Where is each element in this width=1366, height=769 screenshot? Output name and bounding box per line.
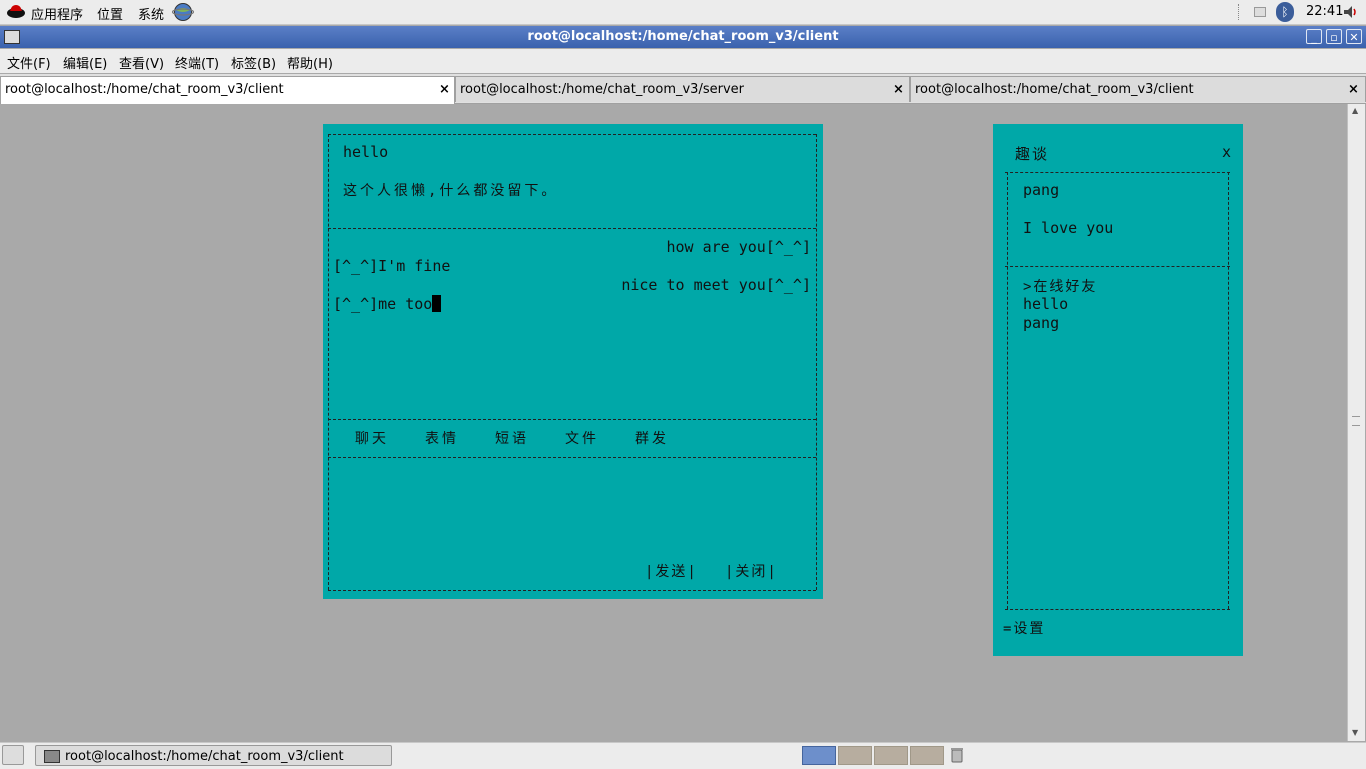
places-menu[interactable]: 位置 <box>97 4 123 23</box>
divider-line <box>328 457 816 458</box>
close-chat-button[interactable]: |关闭| <box>725 561 778 581</box>
tab-client-2[interactable]: root@localhost:/home/chat_room_v3/client… <box>910 76 1366 102</box>
toolbar-phrases[interactable]: 短语 <box>495 428 529 448</box>
top-panel: 应用程序 位置 系统 ᛒ 22:41 <box>0 0 1366 25</box>
tab-label: root@localhost:/home/chat_room_v3/client <box>915 82 1194 97</box>
user-signature: I love you <box>1023 219 1114 237</box>
text-cursor <box>432 295 442 312</box>
tab-server[interactable]: root@localhost:/home/chat_room_v3/server… <box>455 76 910 102</box>
terminal-scrollbar[interactable]: ▲ ▼ <box>1347 104 1365 741</box>
menu-file[interactable]: 文件(F) <box>7 53 51 72</box>
friend-item-pang[interactable]: pang <box>1023 314 1059 332</box>
border-line <box>1005 609 1230 610</box>
terminal-task-icon <box>44 750 60 763</box>
bluetooth-icon[interactable]: ᛒ <box>1276 2 1294 22</box>
applications-menu[interactable]: 应用程序 <box>31 4 83 23</box>
toolbar-chat[interactable]: 聊天 <box>355 428 389 448</box>
chat-window: hello 这个人很懒,什么都没留下。 how are you[^_^] [^_… <box>323 124 823 599</box>
user-name: pang <box>1023 181 1060 199</box>
contact-name: hello <box>343 143 389 161</box>
tab-close-icon[interactable]: × <box>893 82 904 97</box>
network-icon[interactable] <box>1254 7 1266 17</box>
message-text: [^_^]me too <box>333 295 433 313</box>
volume-icon[interactable] <box>1342 3 1360 21</box>
border-line <box>1007 172 1008 609</box>
menubar: 文件(F) 编辑(E) 查看(V) 终端(T) 标签(B) 帮助(H) <box>0 49 1366 73</box>
menu-tabs[interactable]: 标签(B) <box>231 53 276 72</box>
message-input-area[interactable] <box>331 470 813 550</box>
toolbar-emoticons[interactable]: 表情 <box>425 428 459 448</box>
border-line <box>1005 172 1230 173</box>
settings-button[interactable]: =设置 <box>1003 618 1045 638</box>
workspace-2[interactable] <box>838 746 872 765</box>
friends-close-button[interactable]: x <box>1222 143 1231 161</box>
trash-icon[interactable] <box>950 747 964 763</box>
border-line <box>328 134 329 590</box>
tab-close-icon[interactable]: × <box>1348 82 1359 97</box>
message-incoming: nice to meet you[^_^] <box>621 276 811 294</box>
contact-signature: 这个人很懒,什么都没留下。 <box>343 183 559 199</box>
close-window-button[interactable]: ✕ <box>1346 29 1362 44</box>
redhat-logo-icon[interactable] <box>6 3 26 19</box>
message-incoming: how are you[^_^] <box>666 238 812 256</box>
tab-close-icon[interactable]: × <box>439 82 450 97</box>
taskbar-label: root@localhost:/home/chat_room_v3/client <box>65 749 344 764</box>
workspace-4[interactable] <box>910 746 944 765</box>
online-friends-header[interactable]: >在线好友 <box>1023 276 1097 296</box>
scroll-down-icon[interactable]: ▼ <box>1352 728 1358 737</box>
scroll-up-icon[interactable]: ▲ <box>1352 106 1358 115</box>
friend-item-hello[interactable]: hello <box>1023 295 1068 313</box>
maximize-button[interactable]: ▫ <box>1326 29 1342 44</box>
app-title: 趣谈 <box>1015 145 1050 163</box>
border-line <box>816 134 817 590</box>
toolbar-group-send[interactable]: 群发 <box>635 428 669 448</box>
menu-help[interactable]: 帮助(H) <box>287 53 333 72</box>
tab-label: root@localhost:/home/chat_room_v3/server <box>460 82 744 97</box>
window-titlebar[interactable]: root@localhost:/home/chat_room_v3/client… <box>0 26 1366 48</box>
scroll-grip-icon[interactable] <box>1352 416 1360 426</box>
tab-label: root@localhost:/home/chat_room_v3/client <box>5 82 284 97</box>
message-outgoing: [^_^]I'm fine <box>333 257 451 275</box>
message-outgoing: [^_^]me too <box>333 295 442 313</box>
toolbar-file[interactable]: 文件 <box>565 428 599 448</box>
system-menu[interactable]: 系统 <box>138 4 164 23</box>
show-desktop-icon[interactable] <box>2 745 24 765</box>
menu-terminal[interactable]: 终端(T) <box>175 53 219 72</box>
menu-view[interactable]: 查看(V) <box>119 53 164 72</box>
border-line <box>328 590 816 591</box>
minimize-button[interactable]: _ <box>1306 29 1322 44</box>
tab-client-1[interactable]: root@localhost:/home/chat_room_v3/client… <box>0 76 455 104</box>
divider-line <box>1005 266 1230 267</box>
divider-line <box>328 419 816 420</box>
border-line <box>328 134 816 135</box>
clock[interactable]: 22:41 <box>1306 4 1343 19</box>
border-line <box>1228 172 1229 609</box>
friends-window: 趣谈 x pang I love you >在线好友 hello pang =设… <box>993 124 1243 656</box>
send-button[interactable]: |发送| <box>645 561 698 581</box>
taskbar-button[interactable]: root@localhost:/home/chat_room_v3/client <box>35 745 392 766</box>
menu-edit[interactable]: 编辑(E) <box>63 53 107 72</box>
workspace-1[interactable] <box>802 746 836 765</box>
tray-separator <box>1238 4 1241 20</box>
window-title: root@localhost:/home/chat_room_v3/client <box>527 29 839 44</box>
workspace-3[interactable] <box>874 746 908 765</box>
divider-line <box>328 228 816 229</box>
web-browser-icon[interactable] <box>172 2 194 22</box>
